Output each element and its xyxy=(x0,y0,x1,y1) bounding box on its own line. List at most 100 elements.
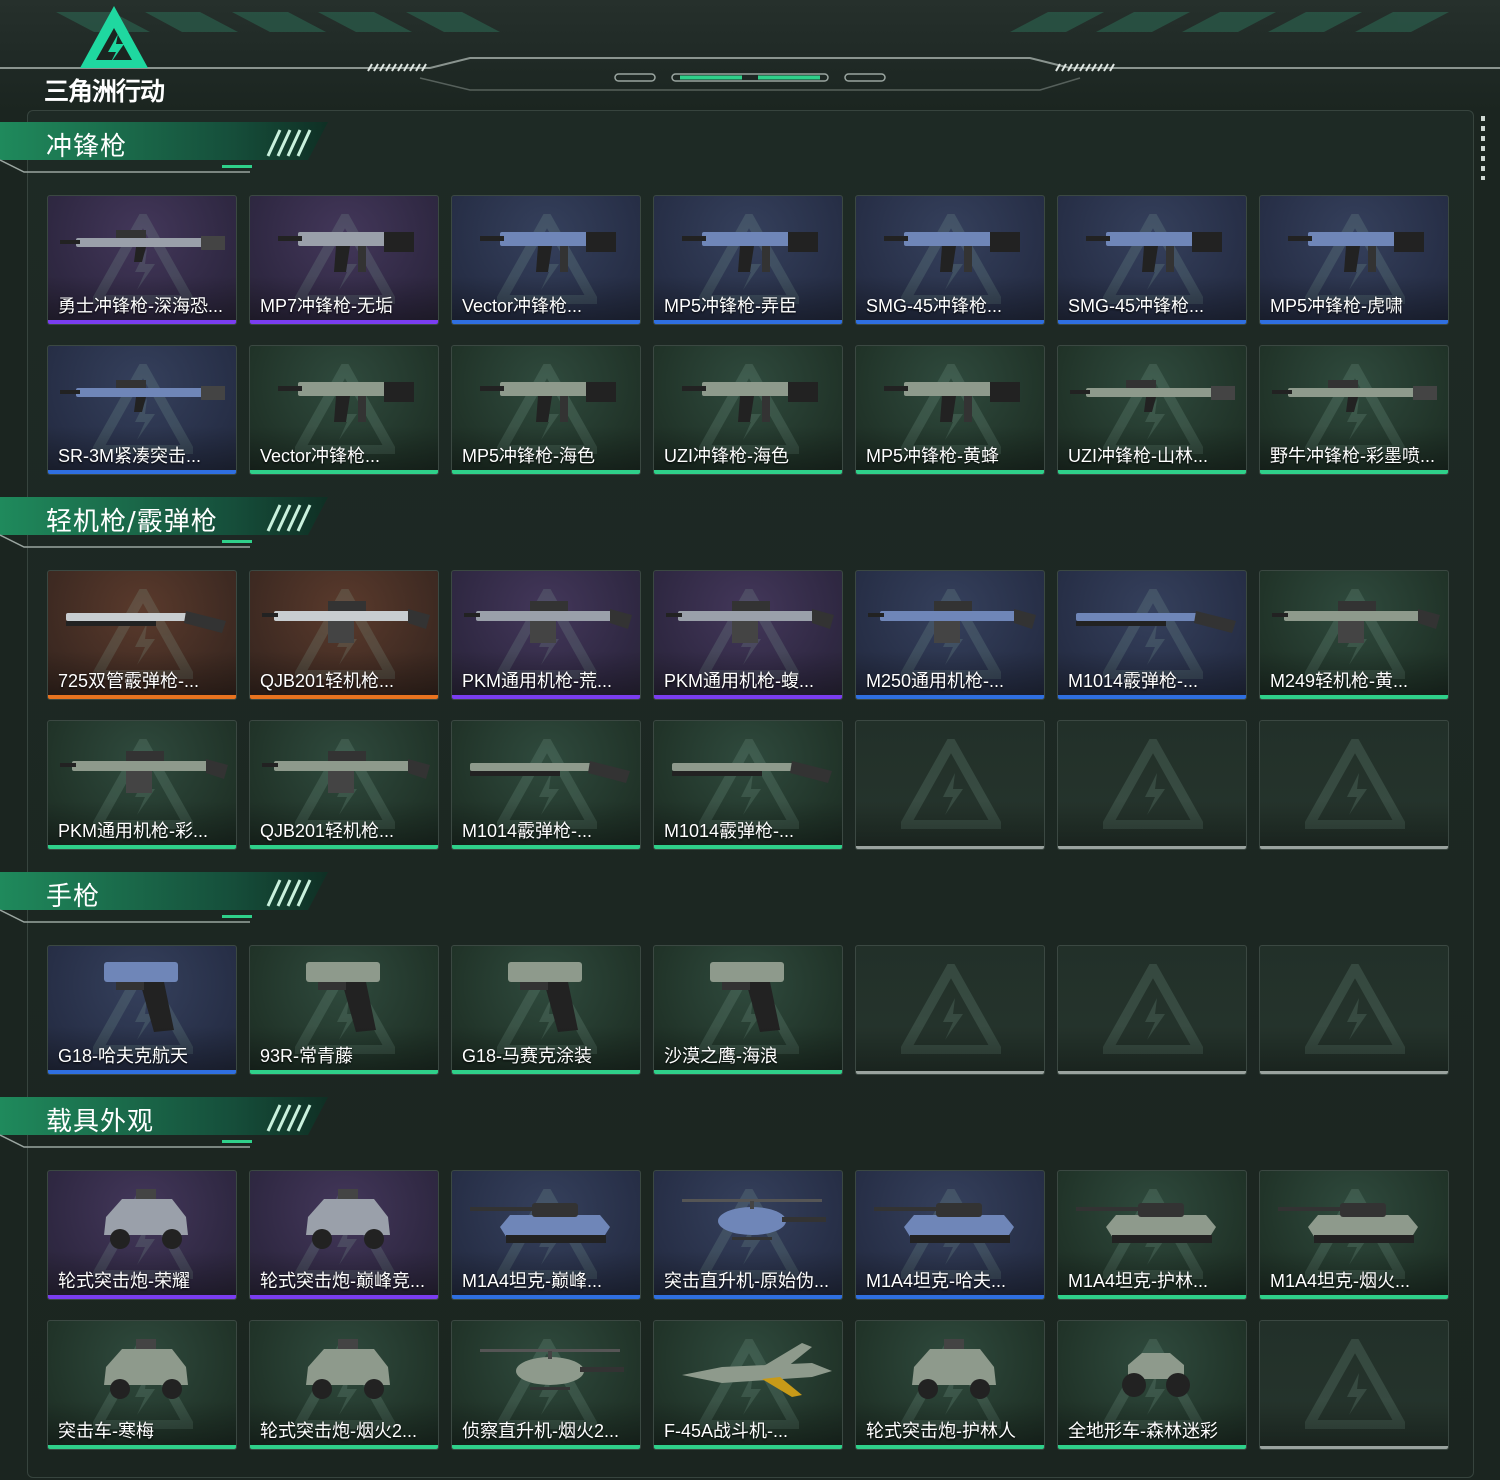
rarity-bar xyxy=(654,845,842,849)
rarity-bar xyxy=(250,1295,438,1299)
item-card[interactable]: 野牛冲锋枪-彩墨喷... xyxy=(1259,345,1449,475)
item-name: PKM通用机枪-荒... xyxy=(462,671,613,691)
rarity-bar xyxy=(1058,1295,1246,1299)
item-name: 侦察直升机-烟火2... xyxy=(462,1421,620,1441)
item-card[interactable]: M1A4坦克-护林... xyxy=(1057,1170,1247,1300)
item-name: 突击车-寒梅 xyxy=(58,1421,154,1441)
item-card[interactable]: 93R-常青藤 xyxy=(249,945,439,1075)
item-card[interactable]: 轮式突击炮-烟火2... xyxy=(249,1320,439,1450)
item-card[interactable]: QJB201轻机枪... xyxy=(249,720,439,850)
empty-slot xyxy=(1057,720,1247,850)
item-card[interactable]: F-45A战斗机-... xyxy=(653,1320,843,1450)
item-card[interactable]: 沙漠之鹰-海浪 xyxy=(653,945,843,1075)
item-card[interactable]: 全地形车-森林迷彩 xyxy=(1057,1320,1247,1450)
item-card[interactable]: UZI冲锋枪-海色 xyxy=(653,345,843,475)
scrollbar[interactable] xyxy=(1481,116,1485,180)
rarity-bar xyxy=(250,1445,438,1449)
empty-slot xyxy=(1259,720,1449,850)
shotgun-icon xyxy=(66,611,226,633)
rarity-bar xyxy=(654,1295,842,1299)
item-card[interactable]: MP5冲锋枪-弄臣 xyxy=(653,195,843,325)
item-card[interactable]: M1014霰弹枪-... xyxy=(451,720,641,850)
lmg-icon xyxy=(666,601,834,643)
label-shade xyxy=(1058,1026,1246,1074)
item-card[interactable]: M1A4坦克-哈夫... xyxy=(855,1170,1045,1300)
item-card[interactable]: M1A4坦克-巅峰... xyxy=(451,1170,641,1300)
rarity-bar xyxy=(452,695,640,699)
section-header: 载具外观 xyxy=(0,1095,330,1148)
item-card[interactable]: M1014霰弹枪-... xyxy=(1057,570,1247,700)
rarity-bar xyxy=(654,470,842,474)
item-card[interactable]: 侦察直升机-烟火2... xyxy=(451,1320,641,1450)
item-card[interactable]: 轮式突击炮-巅峰竞... xyxy=(249,1170,439,1300)
item-name: 轮式突击炮-护林人 xyxy=(866,1421,1016,1441)
item-card[interactable]: Vector冲锋枪... xyxy=(249,345,439,475)
rarity-bar xyxy=(48,845,236,849)
item-card[interactable]: SR-3M紧凑突击... xyxy=(47,345,237,475)
rarity-bar xyxy=(48,320,236,324)
rarity-bar xyxy=(1058,1445,1246,1449)
item-name: MP5冲锋枪-黄蜂 xyxy=(866,446,1000,466)
item-card[interactable]: M249轻机枪-黄... xyxy=(1259,570,1449,700)
item-card[interactable]: 勇士冲锋枪-深海恐... xyxy=(47,195,237,325)
item-card[interactable]: PKM通用机枪-蝮... xyxy=(653,570,843,700)
item-card[interactable]: SMG-45冲锋枪... xyxy=(855,195,1045,325)
item-card[interactable]: 突击车-寒梅 xyxy=(47,1320,237,1450)
rarity-bar xyxy=(1260,1071,1448,1074)
rarity-bar xyxy=(452,1070,640,1074)
item-name: 轮式突击炮-荣耀 xyxy=(58,1271,190,1291)
rarity-bar xyxy=(452,845,640,849)
rarity-bar xyxy=(452,470,640,474)
item-name: 沙漠之鹰-海浪 xyxy=(664,1046,778,1066)
lmg-icon xyxy=(60,751,228,793)
item-card[interactable]: UZI冲锋枪-山林... xyxy=(1057,345,1247,475)
armored-car-icon xyxy=(104,1189,188,1249)
rifle-icon xyxy=(1272,380,1437,412)
rarity-bar xyxy=(1260,320,1448,324)
item-name: M249轻机枪-黄... xyxy=(1270,671,1409,691)
item-name: 725双管霰弹枪-... xyxy=(58,671,200,691)
section-title: 载具外观 xyxy=(46,1107,155,1137)
logo-text: 三角洲行动 xyxy=(44,77,165,106)
item-card[interactable]: PKM通用机枪-彩... xyxy=(47,720,237,850)
item-card[interactable]: G18-马赛克涂装 xyxy=(451,945,641,1075)
rarity-bar xyxy=(452,1295,640,1299)
item-card[interactable]: MP5冲锋枪-海色 xyxy=(451,345,641,475)
item-card[interactable]: M1014霰弹枪-... xyxy=(653,720,843,850)
armored-car-icon xyxy=(306,1339,390,1399)
rarity-bar xyxy=(1058,470,1246,474)
item-card[interactable]: SMG-45冲锋枪... xyxy=(1057,195,1247,325)
rarity-bar xyxy=(1058,1071,1246,1074)
rarity-bar xyxy=(250,470,438,474)
smg-icon xyxy=(884,232,1020,272)
section-header: 冲锋枪 xyxy=(0,120,330,173)
item-card[interactable]: MP5冲锋枪-虎啸 xyxy=(1259,195,1449,325)
item-card[interactable]: M250通用机枪-... xyxy=(855,570,1045,700)
item-card[interactable]: 轮式突击炮-护林人 xyxy=(855,1320,1045,1450)
item-card[interactable]: MP7冲锋枪-无垢 xyxy=(249,195,439,325)
item-card[interactable]: 725双管霰弹枪-... xyxy=(47,570,237,700)
item-card[interactable]: M1A4坦克-烟火... xyxy=(1259,1170,1449,1300)
section-title: 轻机枪/霰弹枪 xyxy=(46,507,218,537)
smg-icon xyxy=(480,232,616,272)
item-card[interactable]: 轮式突击炮-荣耀 xyxy=(47,1170,237,1300)
rarity-bar xyxy=(1260,1295,1448,1299)
item-card[interactable]: 突击直升机-原始伪... xyxy=(653,1170,843,1300)
rifle-icon xyxy=(1070,380,1235,412)
top-header: 三角洲行动 xyxy=(0,0,1500,110)
item-name: MP5冲锋枪-海色 xyxy=(462,446,596,466)
empty-slot xyxy=(855,720,1045,850)
rarity-bar xyxy=(1260,1446,1448,1449)
pistol-icon xyxy=(508,962,582,1032)
item-card[interactable]: PKM通用机枪-荒... xyxy=(451,570,641,700)
section-title: 手枪 xyxy=(46,882,101,912)
item-card[interactable]: Vector冲锋枪... xyxy=(451,195,641,325)
item-card[interactable]: QJB201轻机枪... xyxy=(249,570,439,700)
tank-icon xyxy=(874,1203,1014,1243)
item-name: UZI冲锋枪-山林... xyxy=(1068,446,1208,466)
item-card[interactable]: G18-哈夫克航天 xyxy=(47,945,237,1075)
item-card[interactable]: MP5冲锋枪-黄蜂 xyxy=(855,345,1045,475)
rarity-bar xyxy=(452,320,640,324)
label-shade xyxy=(1260,801,1448,849)
rarity-bar xyxy=(1260,470,1448,474)
